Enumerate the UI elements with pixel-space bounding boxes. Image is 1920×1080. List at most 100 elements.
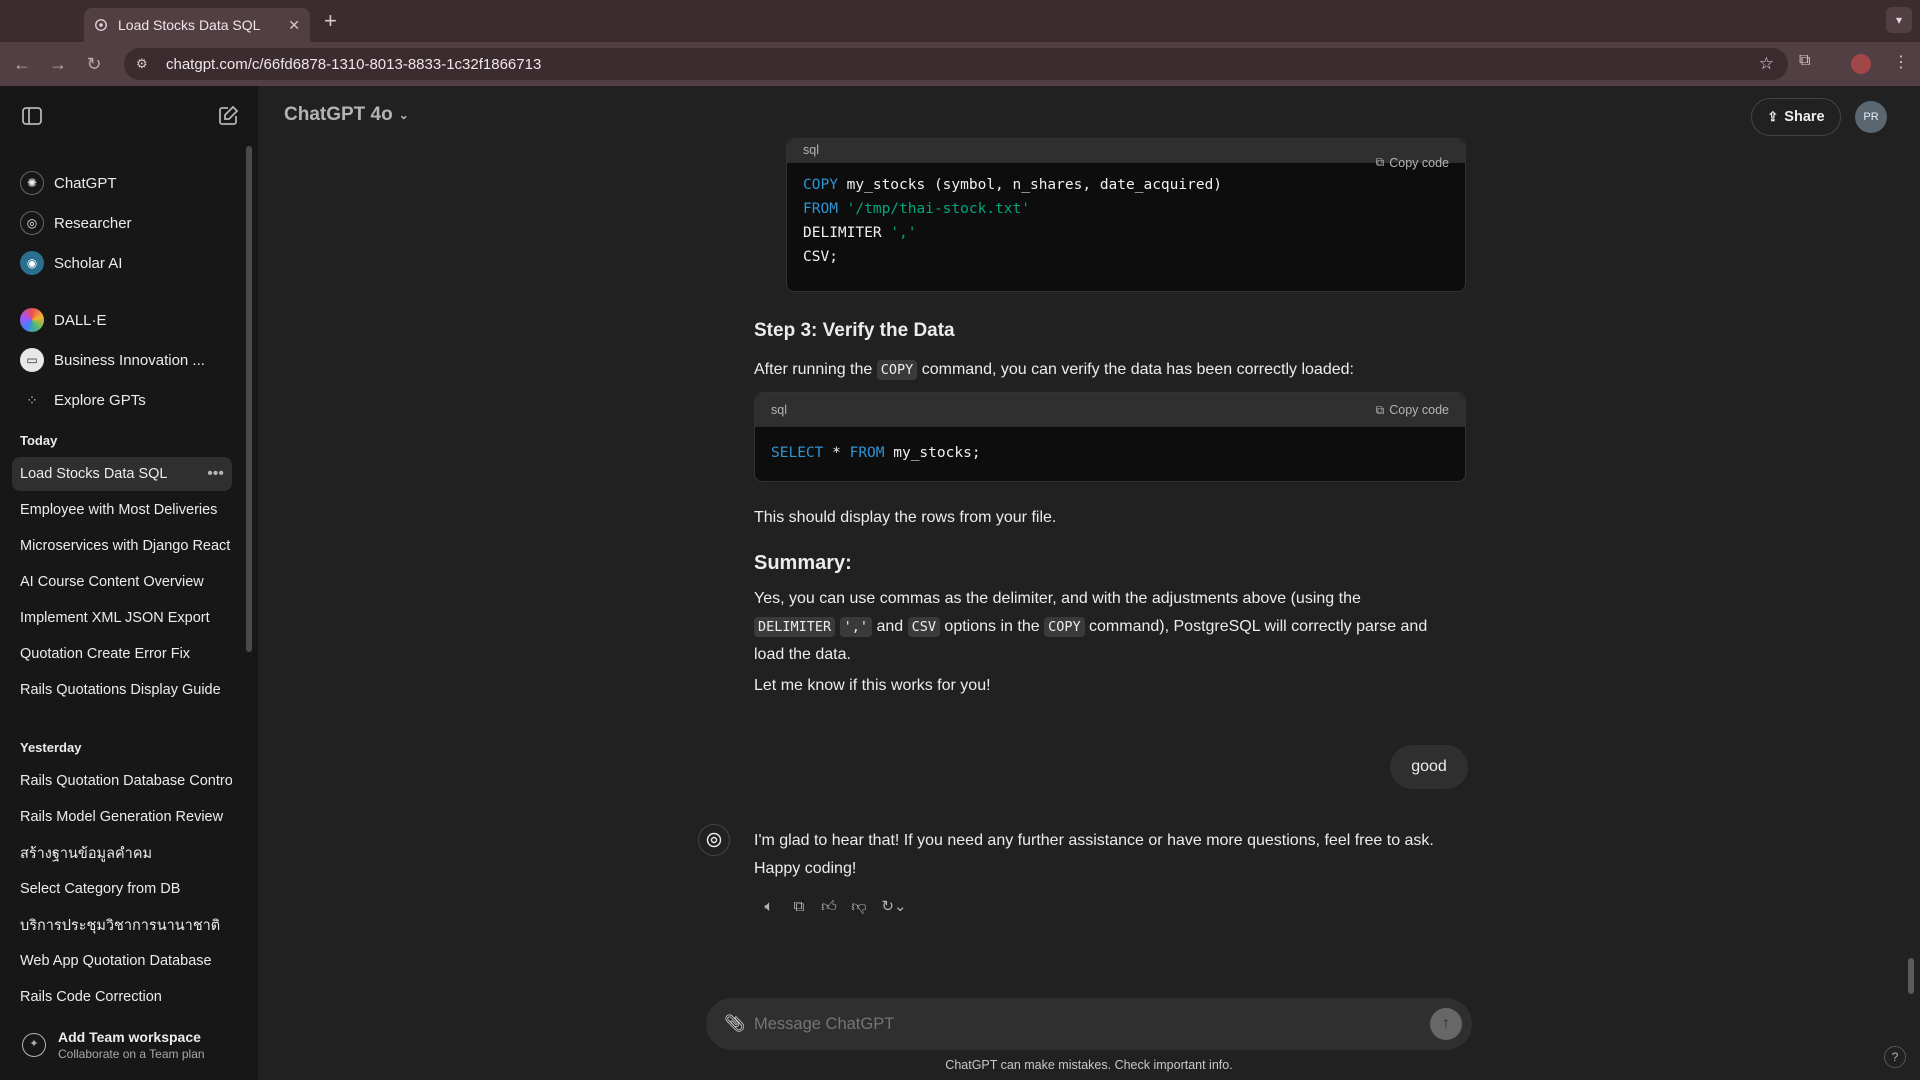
read-aloud-icon[interactable]: 🔈︎ [754,895,784,919]
message-input[interactable] [754,1014,1430,1034]
code-text: my_stocks (symbol, n_shares, date_acquir… [837,177,1223,193]
thumbs-up-icon[interactable]: 👍︎ [814,895,844,919]
help-icon[interactable]: ? [1884,1046,1906,1068]
site-info-icon[interactable]: ⚙ [136,56,152,72]
gpt-item-scholar-ai[interactable]: ◉ Scholar AI [12,244,232,282]
gpt-label: Researcher [54,214,132,232]
chat-item[interactable]: Load Stocks Data SQL ••• [12,457,232,491]
chat-item[interactable]: Employee with Most Deliveries [12,493,232,527]
openai-icon [706,832,722,848]
code-keyword: FROM [849,445,885,461]
team-icon: ✦ [22,1033,46,1057]
chat-title: Microservices with Django React [20,538,231,554]
code-string: ',' [890,225,917,241]
chat-item[interactable]: AI Course Content Overview [12,565,232,599]
inline-code: COPY [876,360,918,380]
openai-icon: ✺ [20,171,44,195]
new-chat-icon[interactable] [216,104,240,128]
user-avatar[interactable]: PR [1855,101,1887,133]
back-icon[interactable]: ← [10,52,34,76]
chat-item[interactable]: บริการประชุมวิชาการนานาชาติ [12,908,232,942]
chat-title: สร้างฐานข้อมูลคำคม [20,845,153,862]
forward-icon[interactable]: → [46,52,70,76]
copy-code-button[interactable]: ⧉ Copy code [1376,155,1449,170]
browser-profile-avatar[interactable] [1851,54,1871,74]
gpt-label: Explore GPTs [54,391,146,409]
add-team-workspace-button[interactable]: ✦ Add Team workspace Collaborate on a Te… [12,1020,242,1070]
summary-heading: Summary: [754,552,852,574]
chat-options-icon[interactable]: ••• [207,465,224,483]
code-content: SELECT * FROM my_stocks; [755,427,1465,479]
business-icon: ▭ [20,348,44,372]
chat-item[interactable]: Web App Quotation Database [12,944,232,978]
assistant-reply: I'm glad to hear that! If you need any f… [754,832,1434,877]
new-tab-button[interactable]: + [324,8,337,34]
gpt-item-chatgpt[interactable]: ✺ ChatGPT [12,164,232,202]
attach-icon[interactable]: 📎︎ [724,1014,746,1034]
tab-close-icon[interactable]: ✕ [288,17,300,34]
user-message: good [1390,745,1468,789]
chat-title: AI Course Content Overview [20,574,204,590]
bookmark-star-icon[interactable]: ☆ [1759,54,1774,74]
chat-title: Select Category from DB [20,881,181,897]
gpt-item-business-innovation[interactable]: ▭ Business Innovation ... [12,341,232,379]
chat-item[interactable]: Microservices with Django React [12,529,232,563]
main-scrollbar[interactable] [1908,958,1914,994]
chat-item[interactable]: Rails Quotation Database Control [12,764,232,798]
model-name: ChatGPT 4o [284,104,393,125]
address-bar[interactable]: ⚙ chatgpt.com/c/66fd6878-1310-8013-8833-… [124,48,1788,80]
display-rows-text: This should display the rows from your f… [754,509,1057,526]
copy-code-button[interactable]: ⧉ Copy code [1376,403,1449,418]
code-language: sql [771,403,787,417]
code-text: my_stocks; [884,445,981,461]
text: After running the [754,361,877,378]
tab-title: Load Stocks Data SQL [118,17,261,33]
reload-icon[interactable]: ↻ [82,52,106,76]
let-me-know-text: Let me know if this works for you! [754,677,991,694]
gpt-item-researcher[interactable]: ◎ Researcher [12,204,232,242]
browser-tab-bar: Load Stocks Data SQL ✕ + ▾ [0,0,1920,42]
gpt-label: Scholar AI [54,254,123,272]
text: Yes, you can use commas as the delimiter… [754,590,1361,607]
assistant-avatar [698,824,730,856]
regenerate-icon[interactable]: ↻⌄ [874,895,914,919]
toggle-sidebar-icon[interactable] [20,104,44,128]
model-selector[interactable]: ChatGPT 4o ⌄ [284,104,409,126]
main-panel: ChatGPT 4o ⌄ ⇪ Share PR sql ⧉ Copy code … [258,86,1920,1080]
chat-item[interactable]: Rails Model Generation Review [12,800,232,834]
browser-menu-icon[interactable]: ⋮ [1893,52,1909,72]
inline-code: DELIMITER [754,617,836,637]
message-actions: 🔈︎ ⧉ 👍︎ 👎︎ ↻⌄ [754,895,914,919]
copy-label: Copy code [1389,155,1449,170]
chat-item[interactable]: Quotation Create Error Fix [12,637,232,671]
copy-icon: ⧉ [1375,155,1385,169]
chat-item[interactable]: Rails Code Correction [12,980,232,1014]
browser-tab[interactable]: Load Stocks Data SQL ✕ [84,8,310,42]
gpt-item-explore-gpts[interactable]: ⁘ Explore GPTs [12,381,232,419]
step3-paragraph: After running the COPY command, you can … [754,356,1444,384]
chevron-down-icon: ⌄ [398,108,409,122]
chat-item[interactable]: Select Category from DB [12,872,232,906]
sidebar-scrollbar[interactable] [246,146,252,652]
chat-item[interactable]: Implement XML JSON Export [12,601,232,635]
chat-title: Employee with Most Deliveries [20,502,218,518]
copy-icon[interactable]: ⧉ [784,895,814,919]
chat-item[interactable]: Rails Quotations Display Guide [12,673,232,707]
code-header: sql ⧉ Copy code [755,393,1465,427]
tab-search-icon[interactable]: ▾ [1886,7,1912,33]
gpt-item-dalle[interactable]: DALL·E [12,301,232,339]
chat-title: Implement XML JSON Export [20,610,210,626]
text: and [872,618,908,635]
scholar-icon: ◉ [20,251,44,275]
send-button[interactable]: ↑ [1430,1008,1462,1040]
chat-title: บริการประชุมวิชาการนานาชาติ [20,917,221,934]
chat-item[interactable]: สร้างฐานข้อมูลคำคม [12,836,232,870]
copy-label: Copy code [1389,403,1449,417]
disclaimer-text: ChatGPT can make mistakes. Check importa… [945,1058,1233,1072]
gpt-label: Business Innovation ... [54,351,205,369]
thumbs-down-icon[interactable]: 👎︎ [844,895,874,919]
extensions-icon[interactable]: ⧉ [1799,52,1810,70]
share-button[interactable]: ⇪ Share [1751,98,1841,136]
code-text: * [823,445,850,461]
chat-title: Rails Code Correction [20,989,162,1005]
